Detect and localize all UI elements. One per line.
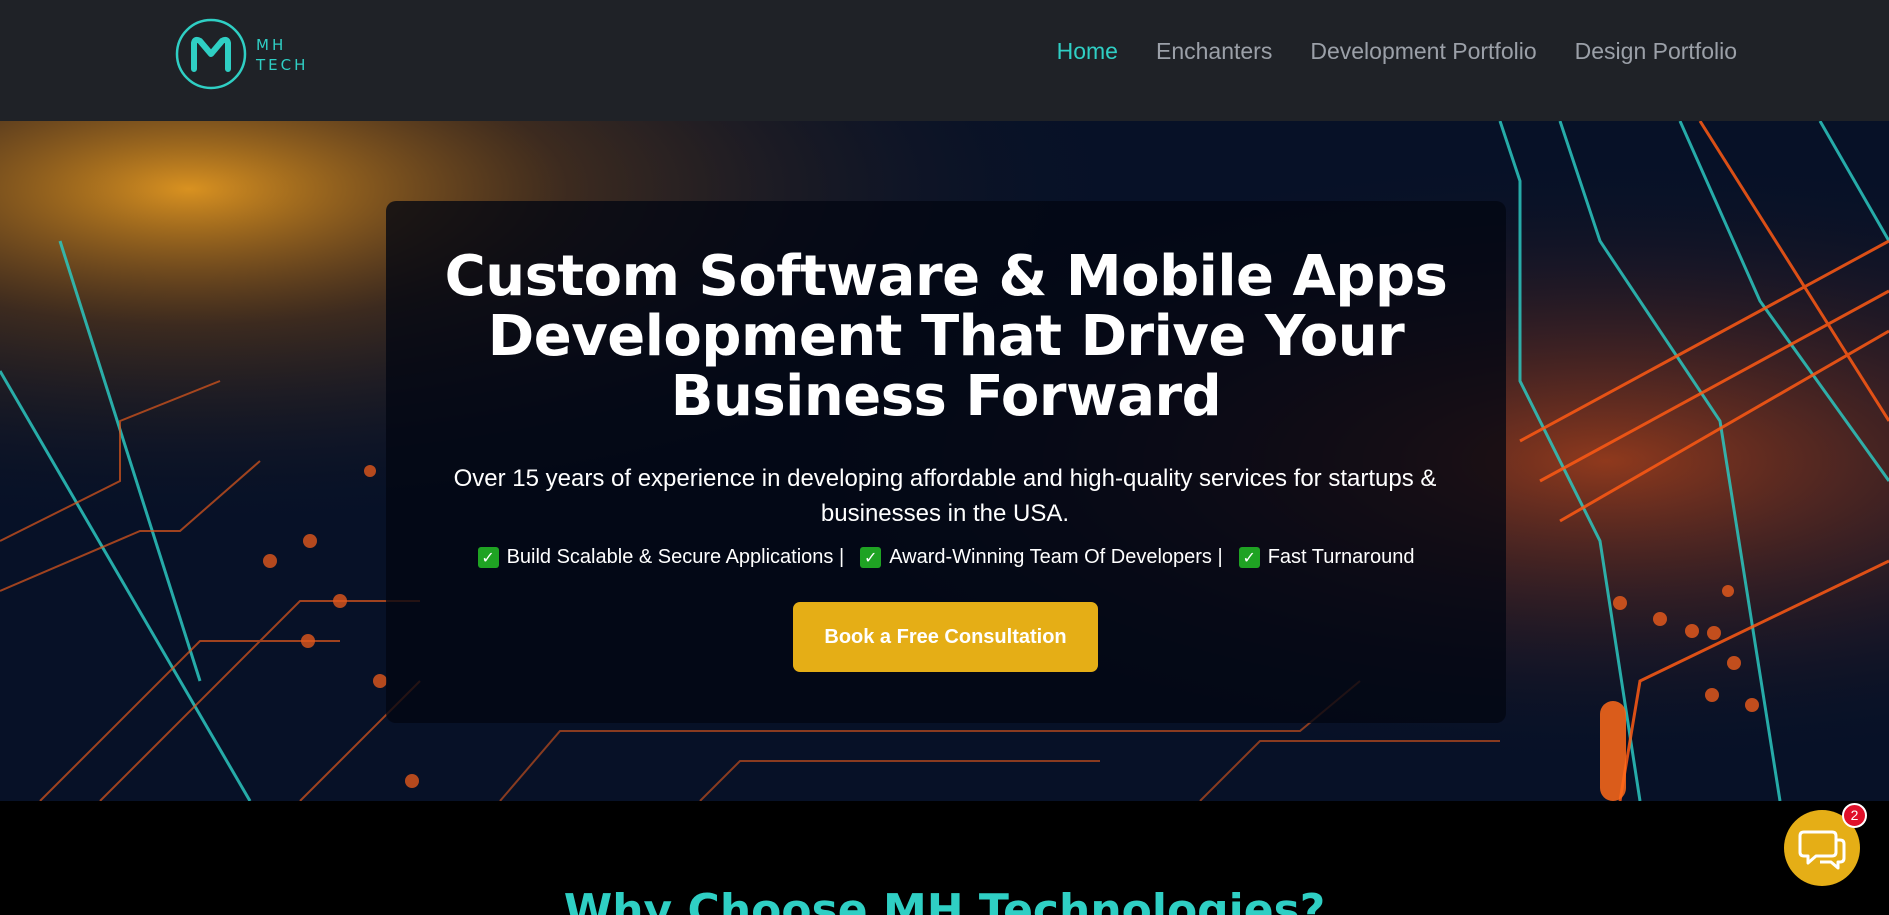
site-header: MH TECH Home Enchanters Development Port… [0, 0, 1889, 121]
nav-design-portfolio[interactable]: Design Portfolio [1575, 34, 1737, 68]
feature-text: Build Scalable & Secure Applications | [506, 546, 845, 568]
feature-item: ✓ Build Scalable & Secure Applications | [477, 543, 845, 571]
hero-features: ✓ Build Scalable & Secure Applications |… [386, 543, 1506, 571]
hero-subtitle: Over 15 years of experience in developin… [453, 465, 1437, 527]
hero-section: Custom Software & Mobile Apps Developmen… [0, 121, 1889, 801]
hero-title: Custom Software & Mobile Apps Developmen… [444, 244, 1448, 429]
feature-item: ✓ Award-Winning Team Of Developers | [860, 543, 1223, 571]
section-title: Why Choose MH Technologies? [563, 885, 1326, 915]
chat-bubbles-icon [1798, 830, 1846, 870]
feature-text: Fast Turnaround [1267, 546, 1415, 568]
nav-home[interactable]: Home [1057, 34, 1118, 68]
why-choose-section: Why Choose MH Technologies? [0, 801, 1889, 915]
check-icon: ✓ [860, 546, 882, 568]
logo-line-1: MH [256, 36, 287, 54]
logo-line-2: TECH [256, 56, 309, 74]
nav-enchanters[interactable]: Enchanters [1156, 34, 1272, 68]
feature-item: ✓ Fast Turnaround [1238, 543, 1415, 571]
main-nav: Home Enchanters Development Portfolio De… [1057, 34, 1737, 68]
book-consultation-button[interactable]: Book a Free Consultation [793, 602, 1098, 672]
nav-development-portfolio[interactable]: Development Portfolio [1310, 34, 1536, 68]
feature-text: Award-Winning Team Of Developers | [889, 546, 1223, 568]
check-icon: ✓ [477, 546, 499, 568]
logo-wordmark: MH TECH [256, 35, 308, 75]
chat-notification-badge: 2 [1842, 803, 1867, 828]
check-icon: ✓ [1238, 546, 1260, 568]
